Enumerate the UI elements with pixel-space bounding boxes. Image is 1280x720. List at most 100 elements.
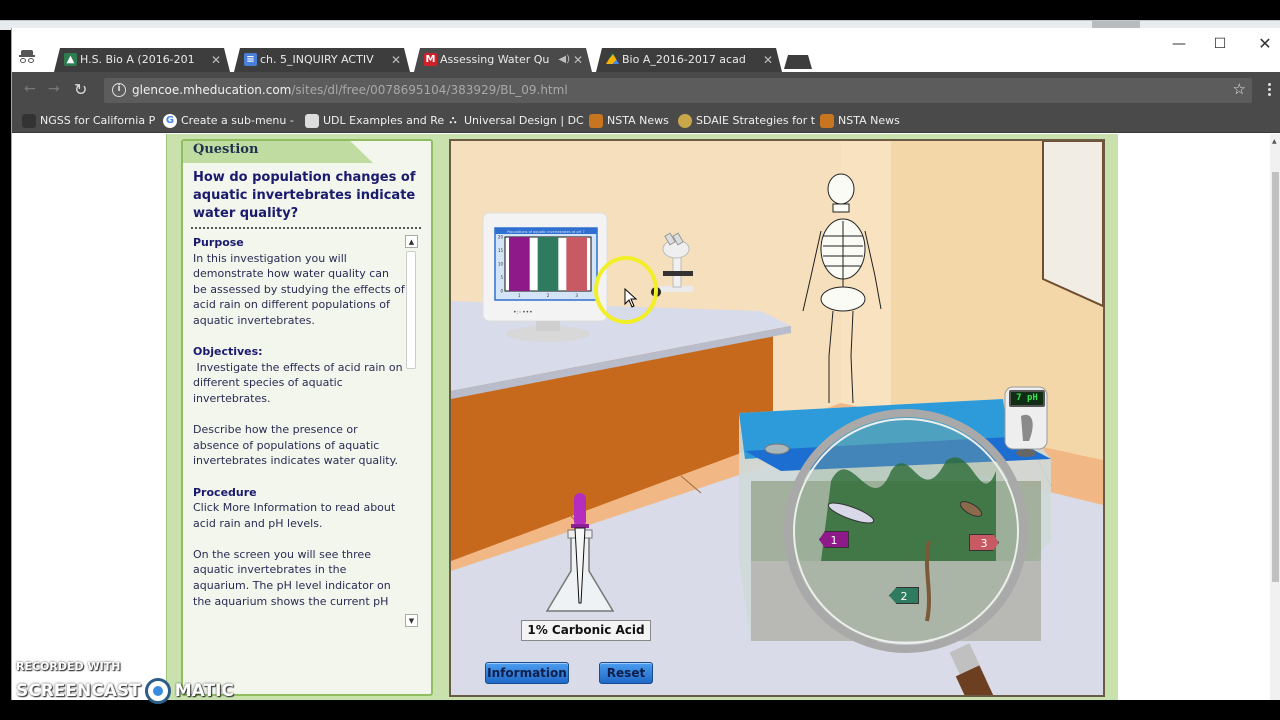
information-button[interactable]: Information (485, 662, 569, 684)
x-tick-label: 2 (547, 293, 550, 298)
scrollbar-thumb[interactable] (406, 251, 416, 369)
close-window-button[interactable]: ✕ (1255, 34, 1275, 54)
drive-icon (606, 53, 619, 66)
objective-text: Investigate the effects of acid rain on … (193, 360, 403, 405)
tab-label: H.S. Bio A (2016-2017) 1 (80, 53, 194, 66)
browser-toolbar: ← → ↻ i glencoe.mheducation.com/sites/dl… (12, 72, 1280, 109)
classroom-icon: ▲ (64, 53, 77, 66)
back-button[interactable]: ← (24, 81, 36, 97)
question-header: Question (183, 141, 373, 163)
ph-display: 7 pH (1011, 392, 1043, 405)
page-viewport: Question How do population changes of aq… (12, 134, 1280, 700)
bookmark-sdaie[interactable]: SDAIE Strategies for t (678, 109, 815, 133)
scroll-up-arrow-icon[interactable]: ▲ (1272, 138, 1277, 145)
mheducation-icon: M (425, 54, 436, 65)
instructions-scroll-area[interactable]: Purpose In this investigation you will d… (193, 235, 405, 627)
scroll-up-arrow-icon[interactable]: ▲ (405, 235, 418, 248)
bookmark-label: NSTA News (607, 114, 669, 127)
bookmark-universal-design[interactable]: ⛬ Universal Design | DC (446, 109, 584, 133)
tab-inquiry-activity[interactable]: ≡ ch. 5_INQUIRY ACTIVITY ✕ (234, 48, 410, 72)
lid-hole (764, 443, 790, 455)
bookmark-label: NGSS for California P (40, 114, 156, 127)
bookmark-nsta-news[interactable]: NSTA News (589, 109, 669, 133)
tab-strip: ▲ H.S. Bio A (2016-2017) 1 ✕ ≡ ch. 5_INQ… (12, 28, 1280, 72)
url-host: glencoe.mheducation.com (132, 83, 292, 97)
screencast-watermark: RECORDED WITH SCREENCAST MATIC (16, 660, 234, 704)
close-tab-icon[interactable]: ✕ (391, 48, 401, 72)
y-tick-label: 10 (498, 262, 504, 267)
purpose-text: In this investigation you will demonstra… (193, 251, 405, 327)
tab-assessing-water-quality[interactable]: M Assessing Water Quali ◀) ✕ (414, 48, 592, 72)
nsta-icon (820, 114, 834, 128)
page-scrollbar[interactable]: ▲ (1270, 134, 1280, 700)
watermark-brand: SCREENCAST MATIC (16, 678, 234, 704)
bookmark-label: SDAIE Strategies for t (696, 114, 816, 127)
bookmark-label: Universal Design | DC (464, 114, 584, 127)
info-icon[interactable]: i (112, 83, 126, 97)
ph-value: 7 (1016, 393, 1022, 403)
page-scrollbar-thumb[interactable] (1272, 172, 1279, 582)
tab-label: ch. 5_INQUIRY ACTIVITY (260, 53, 374, 66)
reset-button[interactable]: Reset (599, 662, 653, 684)
watermark-matic: MATIC (174, 681, 234, 701)
bookmark-ngss[interactable]: NGSS for California P (22, 109, 155, 133)
acid-label: 1% Carbonic Acid (521, 620, 651, 641)
tab-label: Bio A_2016-2017 acaden (622, 53, 746, 66)
browser-menu-icon[interactable] (1268, 83, 1272, 99)
chart-title: Populations of aquatic invertebrates at … (507, 230, 584, 234)
forward-button[interactable]: → (48, 81, 60, 97)
chart-bar-2 (537, 237, 559, 291)
url-text: glencoe.mheducation.com/sites/dl/free/00… (132, 78, 568, 103)
question-header-label: Question (193, 142, 259, 157)
invertebrate-2 (925, 540, 931, 622)
ph-unit: pH (1027, 393, 1038, 403)
question-text: How do population changes of aquatic inv… (193, 170, 416, 221)
reload-button[interactable]: ↻ (74, 80, 87, 99)
maximize-button[interactable]: ☐ (1210, 34, 1230, 54)
audio-icon[interactable]: ◀) (558, 48, 570, 72)
address-bar[interactable]: i glencoe.mheducation.com/sites/dl/free/… (104, 78, 1252, 103)
y-tick-label: 15 (498, 248, 504, 253)
scroll-down-arrow-icon[interactable]: ▼ (405, 614, 418, 627)
close-tab-icon[interactable]: ✕ (763, 48, 773, 72)
procedure-text: Click More Information to read about aci… (193, 501, 396, 530)
tab-label: Assessing Water Quali (440, 53, 550, 66)
bookmark-star-icon[interactable]: ☆ (1233, 80, 1246, 98)
lab-scene: •:◦••• Populations of aquatic invertebra… (451, 141, 1103, 695)
udl-icon: ⛬ (449, 115, 457, 126)
question-panel: Question How do population changes of aq… (181, 139, 433, 696)
organism-tag-3[interactable]: 3 (969, 534, 999, 551)
wall-window (1042, 141, 1103, 308)
procedure-title: Procedure (193, 485, 257, 499)
procedure-text: On the screen you will see three aquatic… (193, 547, 391, 608)
objective-text: Describe how the presence or absence of … (193, 423, 399, 468)
close-tab-icon[interactable]: ✕ (211, 48, 221, 72)
bookmark-label: NSTA News (838, 114, 900, 127)
bookmarks-bar: NGSS for California P G Create a sub-menu… (12, 109, 1280, 133)
close-tab-icon[interactable]: ✕ (573, 48, 583, 72)
nsta-icon (589, 114, 603, 128)
instructions-scrollbar[interactable]: ▲ ▼ (404, 235, 419, 627)
tab-bio-a-drive[interactable]: Bio A_2016-2017 acaden ✕ (596, 48, 782, 72)
docs-icon: ≡ (244, 53, 257, 66)
doc-icon (305, 114, 319, 128)
x-tick-label: 3 (575, 293, 578, 298)
screencast-logo-icon (144, 678, 171, 704)
dotted-divider (191, 227, 421, 229)
svg-text:•:◦•••: •:◦••• (513, 309, 533, 316)
bookmark-nsta-news-2[interactable]: NSTA News (820, 109, 900, 133)
screen: ▲ H.S. Bio A (2016-2017) 1 ✕ ≡ ch. 5_INQ… (0, 0, 1280, 720)
chart-bar-3 (566, 237, 587, 291)
page-icon (22, 114, 36, 128)
minimize-button[interactable]: — (1169, 34, 1189, 54)
chart-bar-1 (509, 237, 530, 291)
bookmark-create-submenu[interactable]: G Create a sub-menu - (163, 109, 294, 133)
virtual-lab-activity: Question How do population changes of aq… (166, 134, 1118, 700)
bookmark-udl-examples[interactable]: UDL Examples and Re (305, 109, 444, 133)
organism-tag-1[interactable]: 1 (819, 531, 849, 548)
bookmark-label: UDL Examples and Re (323, 114, 445, 127)
tab-hs-bio[interactable]: ▲ H.S. Bio A (2016-2017) 1 ✕ (54, 48, 230, 72)
watermark-screencast: SCREENCAST (16, 681, 141, 701)
new-tab-button[interactable] (784, 55, 812, 69)
watermark-line1: RECORDED WITH (16, 660, 121, 673)
